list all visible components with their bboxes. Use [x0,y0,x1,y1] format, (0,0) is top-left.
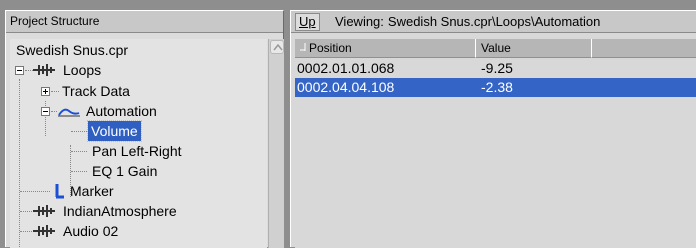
viewing-path-display: Viewing: Swedish Snus.cpr\Loops\Automatio… [335,11,600,32]
collapse-icon[interactable] [41,107,50,116]
project-tree[interactable]: Swedish Snus.cpr Loops Track Data Automa… [10,39,267,248]
tree-node-label: Swedish Snus.cpr [16,42,129,58]
column-header-position[interactable]: Position [295,39,476,58]
tree-node-label: Loops [63,62,102,78]
tree-node-label: Marker [70,183,114,199]
up-button[interactable]: Up [295,13,320,31]
table-row[interactable]: 0002.01.01.068 -9.25 [295,59,696,78]
project-structure-header: Project Structure [6,11,283,33]
event-list-header: Up Viewing: Swedish Snus.cpr\Loops\Automa… [291,11,696,33]
tree-node-label: Pan Left-Right [92,143,182,159]
tree-node-volume[interactable]: Volume [10,120,210,142]
event-table[interactable]: Position Value 0002.01.01.068 -9.25 0002… [295,39,696,248]
project-structure-pane: Project Structure Swedish Snus.cpr Loops… [5,10,284,248]
tree-node-indian-atmosphere[interactable]: IndianAtmosphere [10,201,250,221]
automation-curve-icon [58,108,80,117]
tree-node-label: Track Data [62,83,130,99]
marker-icon [55,184,64,199]
sort-ascending-icon [300,43,306,51]
column-header-empty[interactable] [592,39,696,58]
viewing-path: Swedish Snus.cpr\Loops\Automation [387,14,601,29]
waveform-icon [33,205,55,217]
tree-node-label: Automation [86,103,157,119]
column-header-value[interactable]: Value [476,39,592,58]
value-cell: -9.25 [481,60,513,76]
chevron-up-icon [273,44,283,51]
tree-node-eq[interactable]: EQ 1 Gain [10,161,210,181]
event-list-pane: Up Viewing: Swedish Snus.cpr\Loops\Automa… [290,10,696,248]
value-cell: -2.38 [481,79,513,95]
waveform-icon [33,64,55,76]
collapse-icon[interactable] [15,66,24,75]
tree-node-automation[interactable]: Automation [10,101,210,121]
tree-node-pan[interactable]: Pan Left-Right [10,141,250,161]
tree-node-marker[interactable]: Marker [10,181,210,201]
tree-node-loops[interactable]: Loops [10,60,210,80]
position-cell: 0002.04.04.108 [297,79,395,95]
project-browser-window: Project Structure Swedish Snus.cpr Loops… [0,0,696,248]
table-row-selected[interactable]: 0002.04.04.108 -2.38 [295,78,696,97]
tree-node-audio-02[interactable]: Audio 02 [10,221,210,241]
tree-node-label: IndianAtmosphere [63,203,177,219]
tree-node-track-data[interactable]: Track Data [10,81,210,101]
scroll-up-button[interactable] [270,40,284,54]
column-header-label: Position [309,41,352,55]
column-header-label: Value [481,41,511,55]
waveform-icon [33,225,55,237]
expand-icon[interactable] [41,87,50,96]
tree-node-label: EQ 1 Gain [92,163,158,179]
tree-node-label: Audio 02 [63,223,119,239]
tree-node-label-selected: Volume [87,120,142,142]
tree-scrollbar[interactable] [268,39,284,248]
position-cell: 0002.01.01.068 [297,60,395,76]
viewing-label: Viewing: [335,14,384,29]
